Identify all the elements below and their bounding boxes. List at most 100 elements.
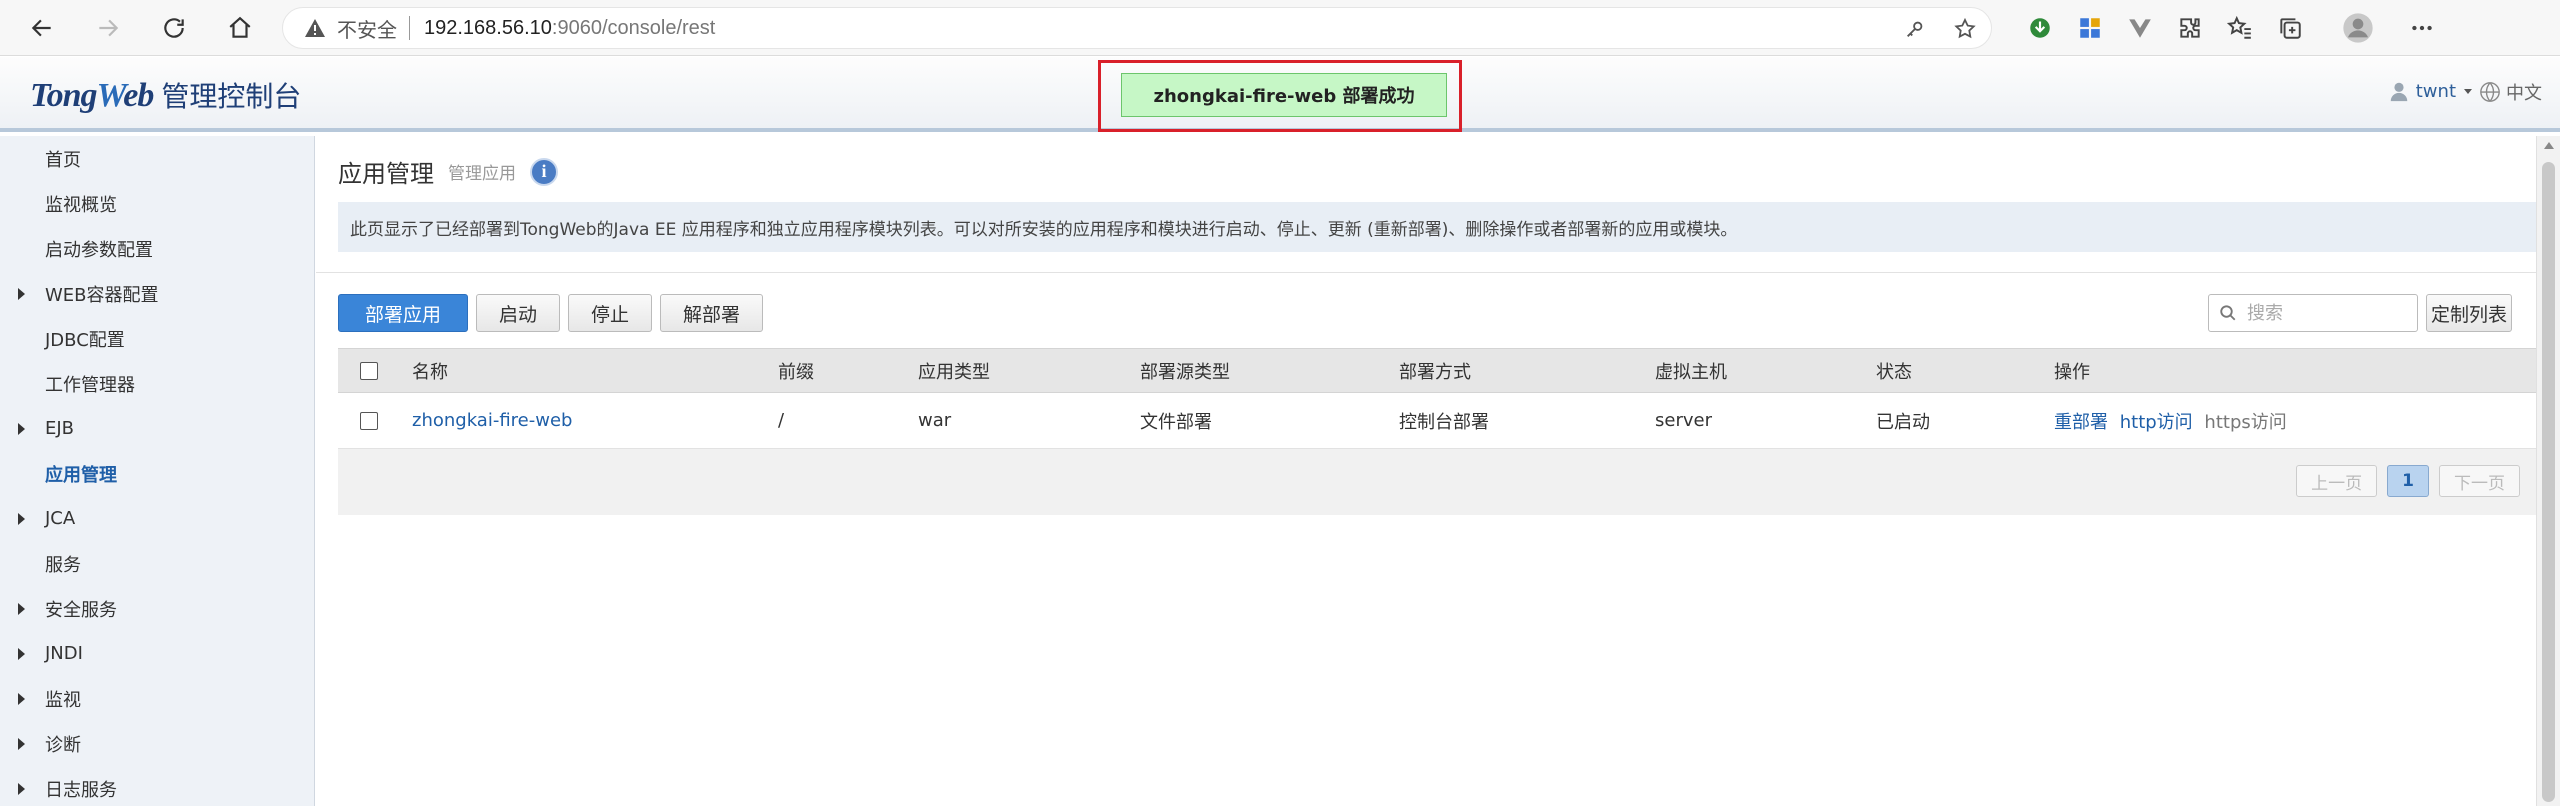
table-row: zhongkai-fire-web / war 文件部署 控制台部署 serve… (338, 392, 2536, 449)
redeploy-link[interactable]: 重部署 (2054, 412, 2108, 433)
deploy-app-button[interactable]: 部署应用 (338, 294, 469, 332)
col-deploy-mode[interactable]: 部署方式 (1399, 348, 1655, 393)
undeploy-button[interactable]: 解部署 (660, 294, 764, 332)
divider (316, 272, 2536, 273)
cell-vhost: server (1655, 392, 1876, 449)
chevron-down-icon (2464, 89, 2472, 94)
sidebar-item-app-management[interactable]: 应用管理 (0, 451, 314, 496)
caret-right-icon (18, 423, 25, 435)
globe-icon (2480, 82, 2500, 102)
collections-icon[interactable] (2270, 8, 2310, 48)
sidebar-item-jca[interactable]: JCA (0, 496, 314, 541)
cell-prefix: / (778, 392, 918, 449)
start-button[interactable]: 启动 (476, 294, 561, 332)
apps-icon[interactable] (2070, 8, 2110, 48)
scroll-up-icon[interactable] (2544, 142, 2554, 149)
cell-status: 已启动 (1876, 392, 2054, 449)
url-host: 192.168.56.10 (424, 16, 552, 39)
pagination-bar: 上一页 1 下一页 (338, 449, 2536, 515)
profile-icon[interactable] (2338, 8, 2378, 48)
favorite-add-icon[interactable] (1947, 11, 1983, 47)
col-source-type[interactable]: 部署源类型 (1140, 348, 1399, 393)
key-icon[interactable] (1897, 11, 1933, 47)
home-icon[interactable] (220, 8, 260, 48)
sidebar-item-log-service[interactable]: 日志服务 (0, 766, 314, 811)
search-icon (2220, 305, 2236, 321)
cell-source-type: 文件部署 (1140, 392, 1399, 449)
caret-right-icon (18, 513, 25, 525)
console-title: 管理控制台 (161, 80, 302, 113)
sidebar-item-services[interactable]: 服务 (0, 541, 314, 586)
caret-right-icon (18, 648, 25, 660)
logo-brand: TongWeb (30, 77, 154, 114)
sidebar: 首页 监视概览 启动参数配置 WEB容器配置 JDBC配置 工作管理器 EJB … (0, 136, 315, 806)
next-page-button[interactable]: 下一页 (2439, 465, 2520, 497)
main-content: 应用管理 管理应用 i 此页显示了已经部署到TongWeb的Java EE 应用… (316, 136, 2536, 806)
caret-right-icon (18, 693, 25, 705)
favorites-icon[interactable] (2220, 8, 2260, 48)
select-all-checkbox[interactable] (360, 361, 378, 380)
caret-right-icon (18, 288, 25, 300)
app-name-link[interactable]: zhongkai-fire-web (412, 410, 572, 431)
cell-app-type: war (918, 392, 1140, 449)
col-vhost[interactable]: 虚拟主机 (1655, 348, 1876, 393)
caret-right-icon (18, 603, 25, 615)
url-path: :9060/console/rest (551, 16, 716, 39)
forward-icon[interactable] (88, 8, 128, 48)
search-input[interactable] (2247, 302, 2397, 324)
sidebar-item-diagnose[interactable]: 诊断 (0, 721, 314, 766)
col-ops: 操作 (2054, 348, 2536, 393)
caret-right-icon (18, 783, 25, 795)
notice-highlight: zhongkai-fire-web 部署成功 (1098, 60, 1462, 132)
username: twnt (2415, 80, 2456, 102)
scroll-thumb[interactable] (2542, 162, 2555, 802)
sidebar-item-work-manager[interactable]: 工作管理器 (0, 361, 314, 406)
extensions-icon[interactable] (2170, 8, 2210, 48)
col-app-type[interactable]: 应用类型 (918, 348, 1140, 393)
more-icon[interactable] (2402, 8, 2442, 48)
page-title: 应用管理 (338, 160, 434, 188)
reload-icon[interactable] (154, 8, 194, 48)
page-subtitle: 管理应用 (448, 164, 516, 184)
action-toolbar: 部署应用 启动 停止 解部署 (338, 294, 764, 332)
insecure-label: 不安全 (337, 19, 397, 42)
extensions-bar (2020, 8, 2442, 48)
http-access-link[interactable]: http访问 (2120, 412, 2193, 433)
info-icon[interactable]: i (530, 157, 558, 186)
address-bar[interactable]: 不安全 192.168.56.10 :9060/console/rest (282, 7, 1992, 49)
sidebar-item-jdbc[interactable]: JDBC配置 (0, 316, 314, 361)
search-box (2208, 294, 2418, 332)
row-checkbox[interactable] (360, 411, 378, 430)
current-page-button[interactable]: 1 (2387, 465, 2429, 497)
col-status[interactable]: 状态 (1876, 348, 2054, 393)
deploy-success-notice: zhongkai-fire-web 部署成功 (1121, 73, 1447, 117)
sidebar-item-ejb[interactable]: EJB (0, 406, 314, 451)
user-menu[interactable]: twnt (2388, 79, 2474, 103)
sidebar-item-startup-params[interactable]: 启动参数配置 (0, 226, 314, 271)
back-icon[interactable] (22, 8, 62, 48)
browser-toolbar: 不安全 192.168.56.10 :9060/console/rest (0, 0, 2560, 56)
sidebar-item-monitor-overview[interactable]: 监视概览 (0, 181, 314, 226)
sidebar-item-monitor[interactable]: 监视 (0, 676, 314, 721)
sidebar-item-web-container[interactable]: WEB容器配置 (0, 271, 314, 316)
language-switch[interactable]: 中文 (2479, 79, 2542, 105)
col-name[interactable]: 名称 (412, 348, 778, 393)
page-scrollbar[interactable] (2536, 136, 2560, 806)
stop-button[interactable]: 停止 (568, 294, 653, 332)
page-description: 此页显示了已经部署到TongWeb的Java EE 应用程序和独立应用程序模块列… (338, 202, 2536, 252)
vue-devtools-icon[interactable] (2120, 8, 2160, 48)
customize-list-button[interactable]: 定制列表 (2426, 294, 2513, 332)
prev-page-button[interactable]: 上一页 (2296, 465, 2378, 497)
cell-ops: 重部署 http访问 https访问 (2054, 392, 2536, 449)
sidebar-item-jndi[interactable]: JNDI (0, 631, 314, 676)
row-select-cell (338, 392, 412, 449)
app-header: TongWeb 管理控制台 zhongkai-fire-web 部署成功 twn… (0, 57, 2560, 132)
page-header: 应用管理 管理应用 i (338, 154, 558, 189)
col-prefix[interactable]: 前缀 (778, 348, 918, 393)
caret-right-icon (18, 738, 25, 750)
cell-deploy-mode: 控制台部署 (1399, 392, 1655, 449)
https-access-link[interactable]: https访问 (2204, 412, 2286, 433)
sidebar-item-home[interactable]: 首页 (0, 136, 314, 181)
sidebar-item-security[interactable]: 安全服务 (0, 586, 314, 631)
download-manager-icon[interactable] (2020, 8, 2060, 48)
